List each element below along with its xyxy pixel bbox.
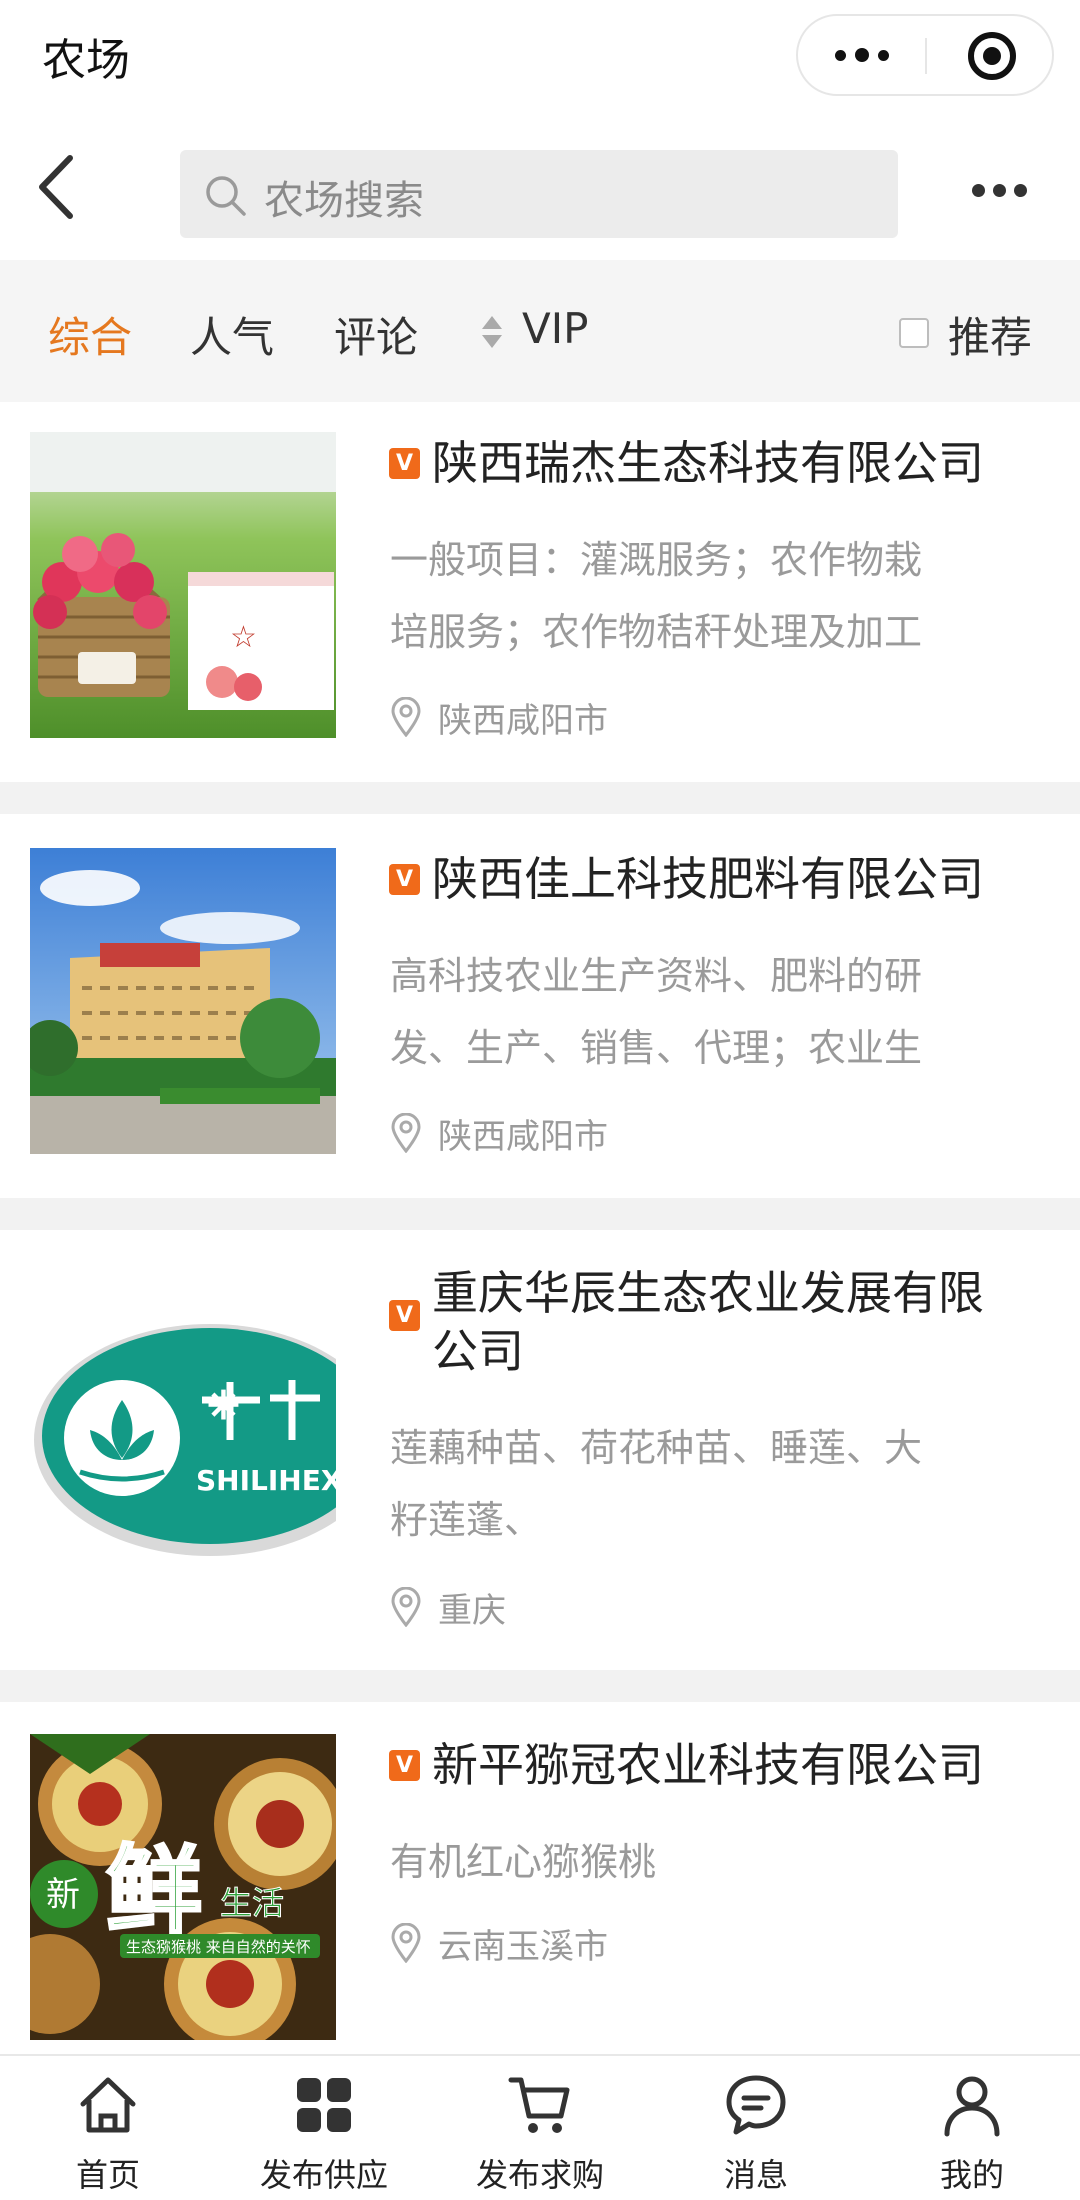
farm-list-item[interactable]: ⁕ SHILIHEX V 重庆华辰生态农业发展有限 公司 莲藕种苗、荷花种苗、睡… <box>0 1230 1080 1670</box>
poster-text-4: 生态猕猴桃 来自自然的关怀 <box>126 1938 311 1956</box>
capsule-menu-button[interactable] <box>798 16 926 94</box>
farm-description: 莲藕种苗、荷花种苗、睡莲、大 籽莲蓬、 <box>390 1412 990 1556</box>
filter-tab-comprehensive[interactable]: 综合 <box>48 304 132 365</box>
chat-icon <box>726 2075 786 2135</box>
recommend-label: 推荐 <box>948 313 1033 362</box>
farm-name-line: 公司 <box>432 1324 524 1378</box>
tab-publish-purchase[interactable]: 发布求购 <box>432 2056 648 2200</box>
search-placeholder: 农场搜索 <box>264 178 424 224</box>
description-line: 高科技农业生产资料、肥料的研 <box>390 954 923 998</box>
more-options-icon[interactable] <box>972 184 1027 197</box>
farm-thumbnail: 新 鲜 生活 生态猕猴桃 来自自然的关怀 <box>30 1734 336 2040</box>
farm-description: 有机红心猕猴桃 <box>390 1826 990 1898</box>
description-line: 一般项目：灌溉服务；农作物栽 <box>390 538 923 582</box>
miniprogram-capsule <box>796 14 1054 96</box>
tab-messages[interactable]: 消息 <box>648 2056 864 2200</box>
list-divider <box>0 1670 1080 1702</box>
description-line: 培服务；农作物秸秆处理及加工 <box>390 610 923 654</box>
search-icon <box>206 176 246 216</box>
description-line: 有机红心猕猴桃 <box>390 1840 657 1884</box>
location-text: 陕西咸阳市 <box>438 700 608 741</box>
tab-profile[interactable]: 我的 <box>864 2056 1080 2200</box>
filter-tab-reviews[interactable]: 评论 <box>334 304 418 365</box>
back-arrow-icon[interactable] <box>30 152 90 222</box>
farm-list-item[interactable]: V 陕西佳上科技肥料有限公司 高科技农业生产资料、肥料的研 发、生产、销售、代理… <box>0 814 1080 1198</box>
tab-label: 发布求购 <box>475 2156 604 2194</box>
farm-list-item[interactable]: ☆ V 陕西瑞杰生态科技有限公司 一般项目：灌溉服务；农作物栽 培服务；农作物秸… <box>0 402 1080 782</box>
filter-tab-popularity[interactable]: 人气 <box>190 304 274 365</box>
farm-location: 陕西咸阳市 <box>390 692 608 742</box>
grid-icon <box>297 2078 351 2132</box>
location-text: 云南玉溪市 <box>438 1926 608 1967</box>
dot-icon <box>835 49 846 61</box>
kiwi-fruit-poster: 新 鲜 生活 生态猕猴桃 来自自然的关怀 <box>30 1734 336 2040</box>
home-icon <box>80 2077 136 2133</box>
tab-label: 首页 <box>75 2156 140 2194</box>
apple-basket-photo: ☆ <box>30 432 336 738</box>
location-text: 重庆 <box>438 1590 506 1631</box>
logo-text: SHILIHEX <box>196 1464 336 1497</box>
description-line: 发、生产、销售、代理；农业生 <box>390 1026 923 1070</box>
recommend-checkbox[interactable] <box>899 318 929 348</box>
svg-text:⁕: ⁕ <box>200 1374 247 1439</box>
farm-description: 高科技农业生产资料、肥料的研 发、生产、销售、代理；农业生 <box>390 940 990 1084</box>
search-input[interactable]: 农场搜索 <box>180 150 898 238</box>
farm-name: 重庆华辰生态农业发展有限 公司 <box>432 1264 1032 1380</box>
location-text: 陕西咸阳市 <box>438 1116 608 1157</box>
verified-badge: V <box>389 448 420 479</box>
farm-location: 陕西咸阳市 <box>390 1108 608 1158</box>
location-pin-icon <box>391 697 421 737</box>
farm-description: 一般项目：灌溉服务；农作物栽 培服务；农作物秸秆处理及加工 <box>390 524 990 668</box>
farm-thumbnail: ⁕ SHILIHEX <box>30 1290 336 1596</box>
capsule-divider <box>925 38 927 74</box>
tab-label: 我的 <box>939 2156 1004 2194</box>
location-pin-icon <box>391 1587 421 1627</box>
description-line: 莲藕种苗、荷花种苗、睡莲、大 <box>390 1426 923 1470</box>
tab-label: 消息 <box>723 2156 788 2194</box>
factory-building-photo <box>30 848 336 1154</box>
dot-icon <box>878 49 889 61</box>
farm-location: 重庆 <box>390 1582 506 1632</box>
location-pin-icon <box>391 1113 421 1153</box>
farm-location: 云南玉溪市 <box>390 1918 608 1968</box>
bottom-tab-bar: 首页 发布供应 发布求购 消息 我的 <box>0 2054 1080 2200</box>
location-pin-icon <box>391 1923 421 1963</box>
farm-name: 陕西佳上科技肥料有限公司 <box>432 852 984 906</box>
page-title: 农场 <box>42 35 130 86</box>
farm-name-line: 重庆华辰生态农业发展有限 <box>432 1266 984 1320</box>
dot-icon <box>1014 184 1027 197</box>
farm-name: 新平猕冠农业科技有限公司 <box>432 1738 984 1792</box>
poster-text-2: 鲜 <box>106 1834 202 1947</box>
filter-tab-vip[interactable]: VIP <box>522 304 588 353</box>
sort-arrows-icon <box>482 316 502 348</box>
tab-publish-supply[interactable]: 发布供应 <box>216 2056 432 2200</box>
list-divider <box>0 1198 1080 1230</box>
dot-icon <box>972 184 985 197</box>
close-miniprogram-icon[interactable] <box>968 32 1016 80</box>
description-line: 籽莲蓬、 <box>390 1498 543 1542</box>
tab-label: 发布供应 <box>259 2156 388 2194</box>
poster-text-1: 新 <box>46 1875 80 1915</box>
tab-home[interactable]: 首页 <box>0 2056 216 2200</box>
list-divider <box>0 782 1080 814</box>
dot-icon <box>993 184 1006 197</box>
verified-badge: V <box>389 864 420 895</box>
filter-bar: 综合 人气 评论 VIP 推荐 <box>0 260 1080 402</box>
title-bar: 农场 <box>0 0 1080 112</box>
farm-thumbnail <box>30 848 336 1154</box>
verified-badge: V <box>389 1300 420 1331</box>
lotus-logo: ⁕ SHILIHEX <box>30 1290 336 1596</box>
user-icon <box>944 2076 1000 2137</box>
dot-icon <box>855 48 869 62</box>
svg-text:☆: ☆ <box>230 620 257 655</box>
farm-thumbnail: ☆ <box>30 432 336 738</box>
search-row: 农场搜索 <box>0 112 1080 260</box>
verified-badge: V <box>389 1750 420 1781</box>
farm-name: 陕西瑞杰生态科技有限公司 <box>432 436 984 490</box>
poster-text-3: 生活 <box>220 1884 284 1922</box>
farm-list-item[interactable]: 新 鲜 生活 生态猕猴桃 来自自然的关怀 V 新平猕冠农业科技有限公司 有机红心… <box>0 1702 1080 2054</box>
cart-icon <box>508 2077 570 2133</box>
